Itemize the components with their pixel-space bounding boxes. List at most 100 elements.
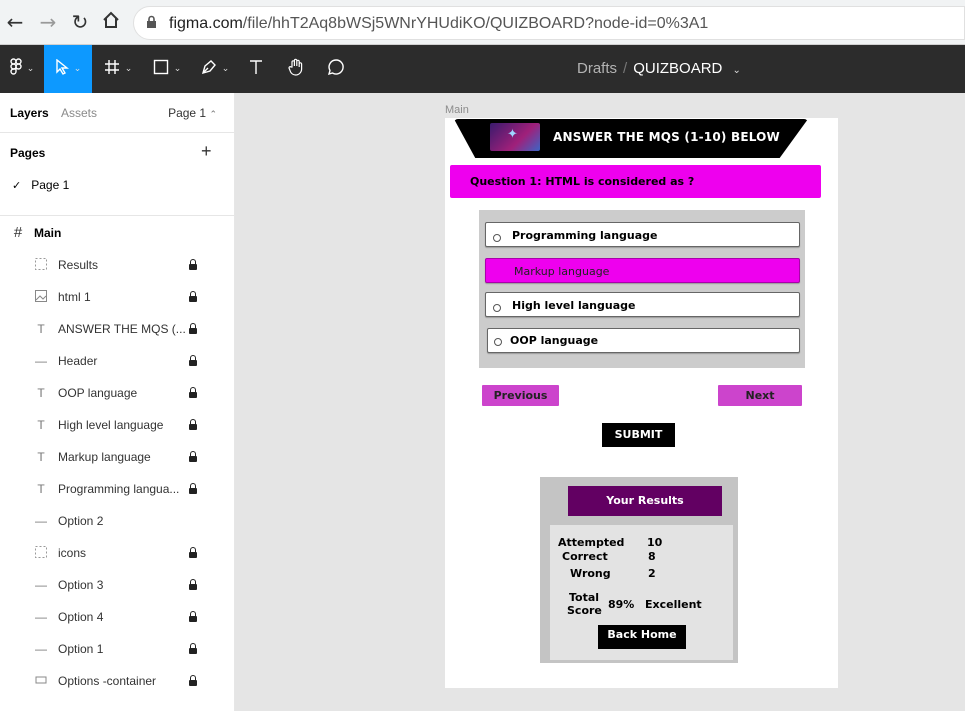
layer-main-frame[interactable]: # Main: [0, 217, 234, 249]
correct-label: Correct: [562, 550, 608, 563]
layer-item[interactable]: — Header: [0, 345, 234, 377]
forward-arrow-icon[interactable]: →: [37, 11, 59, 33]
lock-icon[interactable]: [188, 289, 198, 303]
tab-assets[interactable]: Assets: [61, 106, 97, 120]
star-icon: ✦: [507, 127, 518, 142]
hand-tool-button[interactable]: [282, 45, 310, 93]
layer-name: Option 1: [58, 642, 104, 656]
lock-icon[interactable]: [188, 481, 198, 495]
option-3[interactable]: High level language: [485, 292, 800, 317]
layer-item[interactable]: Results: [0, 249, 234, 281]
layer-item[interactable]: html 1: [0, 281, 234, 313]
layer-item[interactable]: T Markup language: [0, 441, 234, 473]
next-button[interactable]: Next: [718, 385, 802, 406]
move-tool-button[interactable]: ⌄: [44, 45, 92, 93]
grade-value: Excellent: [645, 598, 702, 611]
reload-icon[interactable]: ↻: [69, 11, 91, 33]
breadcrumb-separator: /: [623, 60, 628, 77]
url-host: figma.com: [169, 15, 243, 32]
previous-button[interactable]: Previous: [482, 385, 559, 406]
add-page-icon[interactable]: +: [201, 141, 212, 162]
attempted-value: 10: [647, 536, 663, 549]
file-breadcrumb[interactable]: Drafts / QUIZBOARD ⌄: [577, 60, 741, 77]
wrong-label: Wrong: [570, 567, 611, 580]
home-icon[interactable]: [100, 11, 122, 33]
score-value: 89%: [608, 598, 635, 611]
lock-icon[interactable]: [188, 641, 198, 655]
layer-item[interactable]: — Option 2: [0, 505, 234, 537]
check-icon: ✓: [12, 180, 22, 192]
layer-item[interactable]: — Option 3: [0, 569, 234, 601]
address-bar[interactable]: figma.com/file/hhT2Aq8bWSj5WNrYHUdiKO/QU…: [133, 6, 965, 40]
chevron-down-icon[interactable]: ⌄: [733, 65, 741, 76]
chevron-up-icon: ⌃: [209, 109, 217, 119]
lock-icon[interactable]: [188, 321, 198, 335]
frame-tool-button[interactable]: ⌄: [100, 45, 136, 93]
option-4[interactable]: OOP language: [487, 328, 800, 353]
frame-grid-icon: [104, 59, 120, 80]
main-menu-button[interactable]: ⌄: [0, 45, 44, 93]
pages-heading: Pages: [10, 146, 46, 160]
score-label: Score: [567, 604, 602, 617]
option-1[interactable]: Programming language: [485, 222, 800, 247]
comment-icon: [327, 58, 345, 81]
lock-icon[interactable]: [188, 449, 198, 463]
file-name[interactable]: QUIZBOARD: [633, 60, 722, 77]
option-label: Markup language: [514, 265, 610, 278]
back-arrow-icon[interactable]: ←: [4, 11, 26, 33]
shape-tool-button[interactable]: ⌄: [148, 45, 186, 93]
lock-icon[interactable]: [188, 577, 198, 591]
rectangle-icon: [153, 59, 169, 80]
layer-name: icons: [58, 546, 87, 560]
lock-icon[interactable]: [188, 257, 198, 271]
rectangle-icon: [34, 674, 48, 688]
layer-item[interactable]: T Programming langua...: [0, 473, 234, 505]
lock-icon[interactable]: [188, 385, 198, 399]
pen-icon: [201, 59, 217, 80]
drafts-link[interactable]: Drafts: [577, 60, 617, 77]
lock-icon[interactable]: [188, 609, 198, 623]
figma-logo-icon: [10, 57, 22, 81]
url-text: figma.com/file/hhT2Aq8bWSj5WNrYHUdiKO/QU…: [169, 15, 708, 33]
text-tool-button[interactable]: [242, 45, 270, 93]
question-text: Question 1: HTML is considered as ?: [470, 175, 695, 188]
lock-icon[interactable]: [188, 353, 198, 367]
layer-item[interactable]: — Option 4: [0, 601, 234, 633]
layer-item[interactable]: — Option 1: [0, 633, 234, 665]
layer-item[interactable]: T ANSWER THE MQS (...: [0, 313, 234, 345]
comment-tool-button[interactable]: [322, 45, 350, 93]
layer-item[interactable]: T OOP language: [0, 377, 234, 409]
image-icon: [34, 290, 48, 304]
lock-icon[interactable]: [188, 417, 198, 431]
wrong-value: 2: [648, 567, 656, 580]
layer-item[interactable]: Options -container: [0, 665, 234, 697]
layer-name: High level language: [58, 418, 164, 432]
page-selector[interactable]: Page 1 ⌃: [168, 106, 217, 120]
layer-item[interactable]: icons: [0, 537, 234, 569]
layer-name: OOP language: [58, 386, 138, 400]
browser-bar: ← → ↻ figma.com/file/hhT2Aq8bWSj5WNrYHUd…: [0, 0, 965, 45]
chevron-down-icon: ⌄: [124, 64, 133, 74]
page-item[interactable]: ✓ Page 1: [12, 178, 69, 192]
option-2[interactable]: Markup language: [485, 258, 800, 283]
layer-name: Option 2: [58, 514, 104, 528]
pen-tool-button[interactable]: ⌄: [196, 45, 234, 93]
lock-icon[interactable]: [188, 673, 198, 687]
lock-icon[interactable]: [188, 545, 198, 559]
frame-label[interactable]: Main: [445, 104, 469, 116]
line-icon: —: [35, 514, 47, 528]
radio-icon[interactable]: [494, 338, 502, 346]
url-path: /file/hhT2Aq8bWSj5WNrYHUdiKO/QUIZBOARD?n…: [242, 15, 709, 32]
layer-name: Options -container: [58, 674, 157, 688]
radio-icon[interactable]: [493, 304, 501, 312]
hand-icon: [287, 58, 305, 81]
panel-divider: [0, 215, 234, 216]
tab-layers[interactable]: Layers: [10, 106, 49, 120]
layer-name: Header: [58, 354, 98, 368]
radio-icon[interactable]: [493, 234, 501, 242]
layer-item[interactable]: T High level language: [0, 409, 234, 441]
frame-grid-icon: #: [13, 224, 23, 241]
layer-name: Main: [34, 226, 62, 240]
submit-button[interactable]: SUBMIT: [602, 423, 675, 447]
back-home-button[interactable]: Back Home: [598, 625, 686, 649]
